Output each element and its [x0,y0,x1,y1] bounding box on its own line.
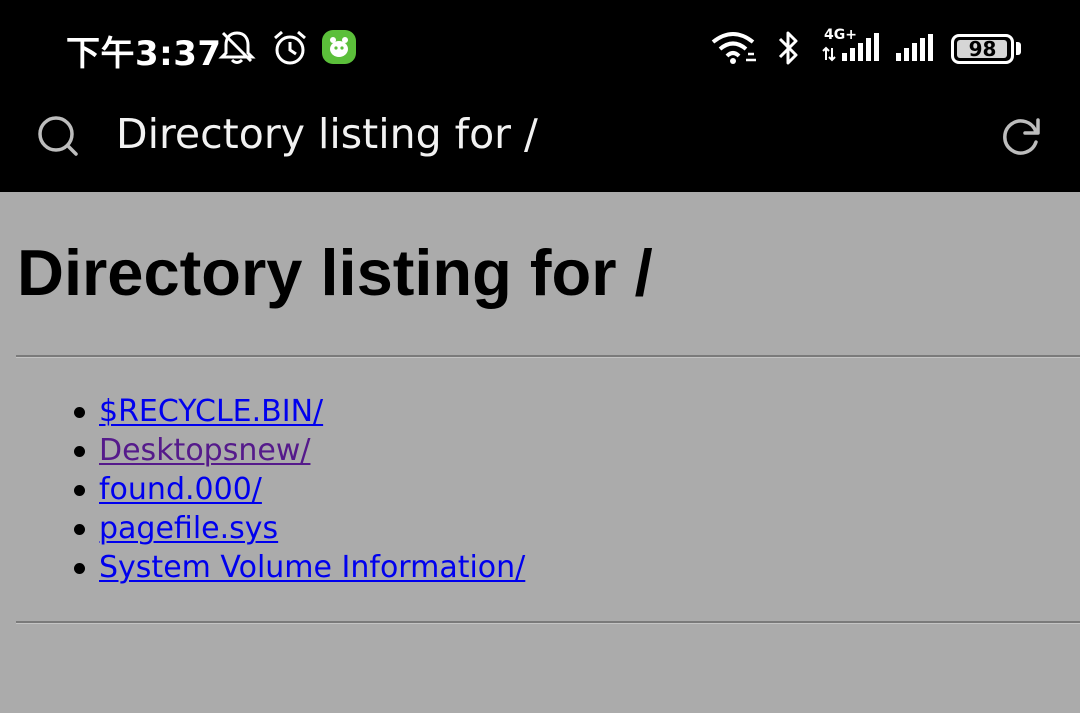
cellular-signal-icon-2 [896,34,933,61]
cellular-signal-icon [822,33,879,62]
battery-tip [1016,42,1021,55]
file-link[interactable]: $RECYCLE.BIN/ [99,392,323,432]
battery-indicator: 98 [951,34,1014,64]
address-bar[interactable]: Directory listing for / [0,96,1080,192]
file-link[interactable]: Desktopsnew/ [99,431,310,471]
battery-percent: 98 [968,37,997,61]
bullet-icon [74,524,85,535]
search-icon[interactable] [36,114,80,158]
wifi-icon [711,32,756,64]
reload-icon[interactable] [998,112,1046,160]
bell-off-icon [218,31,256,64]
status-time: 下午3:37 [66,34,222,74]
page-content: Directory listing for / $RECYCLE.BIN/ De… [0,192,1080,713]
bullet-icon [74,485,85,496]
address-title[interactable]: Directory listing for / [116,108,538,160]
bullet-icon [74,563,85,574]
file-link[interactable]: System Volume Information/ [99,548,525,588]
status-bar: 下午3:37 4G+ 98 [0,0,1080,96]
file-link[interactable]: pagefile.sys [99,509,278,549]
alarm-clock-icon [274,30,306,65]
bluetooth-icon [778,31,798,65]
divider-top [16,355,1080,358]
file-link[interactable]: found.000/ [99,470,262,510]
green-app-icon [322,30,356,64]
page-title: Directory listing for / [17,236,653,309]
divider-bottom [16,621,1080,624]
bullet-icon [74,446,85,457]
bullet-icon [74,407,85,418]
